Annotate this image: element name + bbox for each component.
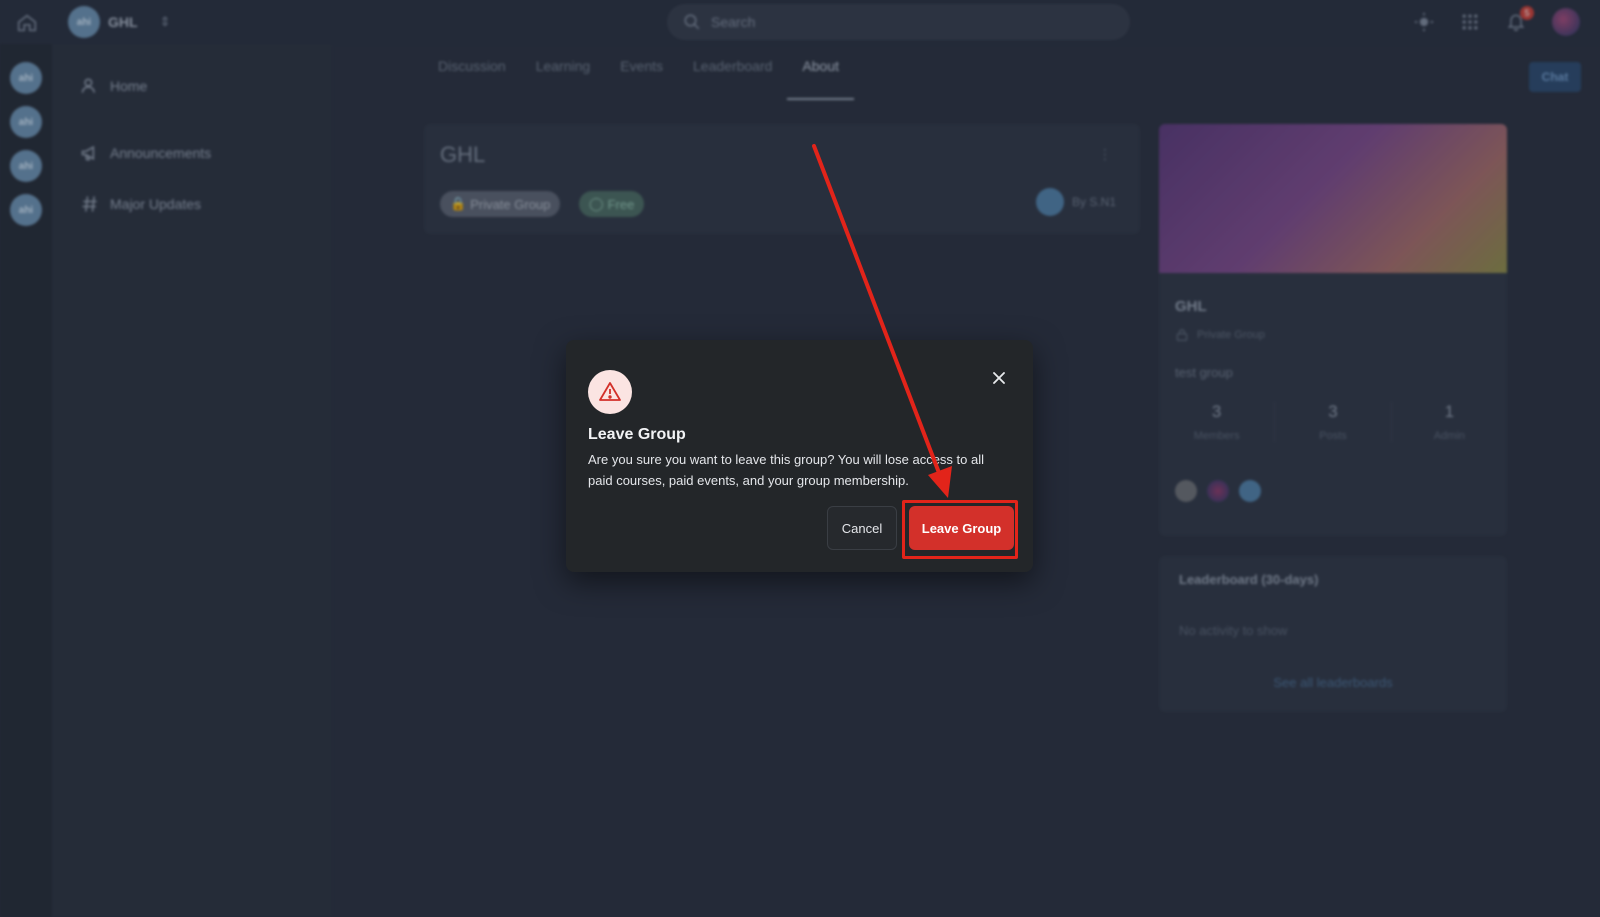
warning-icon	[599, 382, 621, 401]
dialog-message: Are you sure you want to leave this grou…	[588, 452, 985, 488]
close-icon[interactable]	[989, 368, 1009, 388]
cancel-button[interactable]: Cancel	[827, 506, 897, 550]
leave-group-button[interactable]: Leave Group	[909, 506, 1014, 550]
warning-badge	[588, 370, 632, 414]
dialog-title: Leave Group	[588, 426, 686, 443]
leave-group-dialog: Leave Group Are you sure you want to lea…	[566, 340, 1033, 572]
